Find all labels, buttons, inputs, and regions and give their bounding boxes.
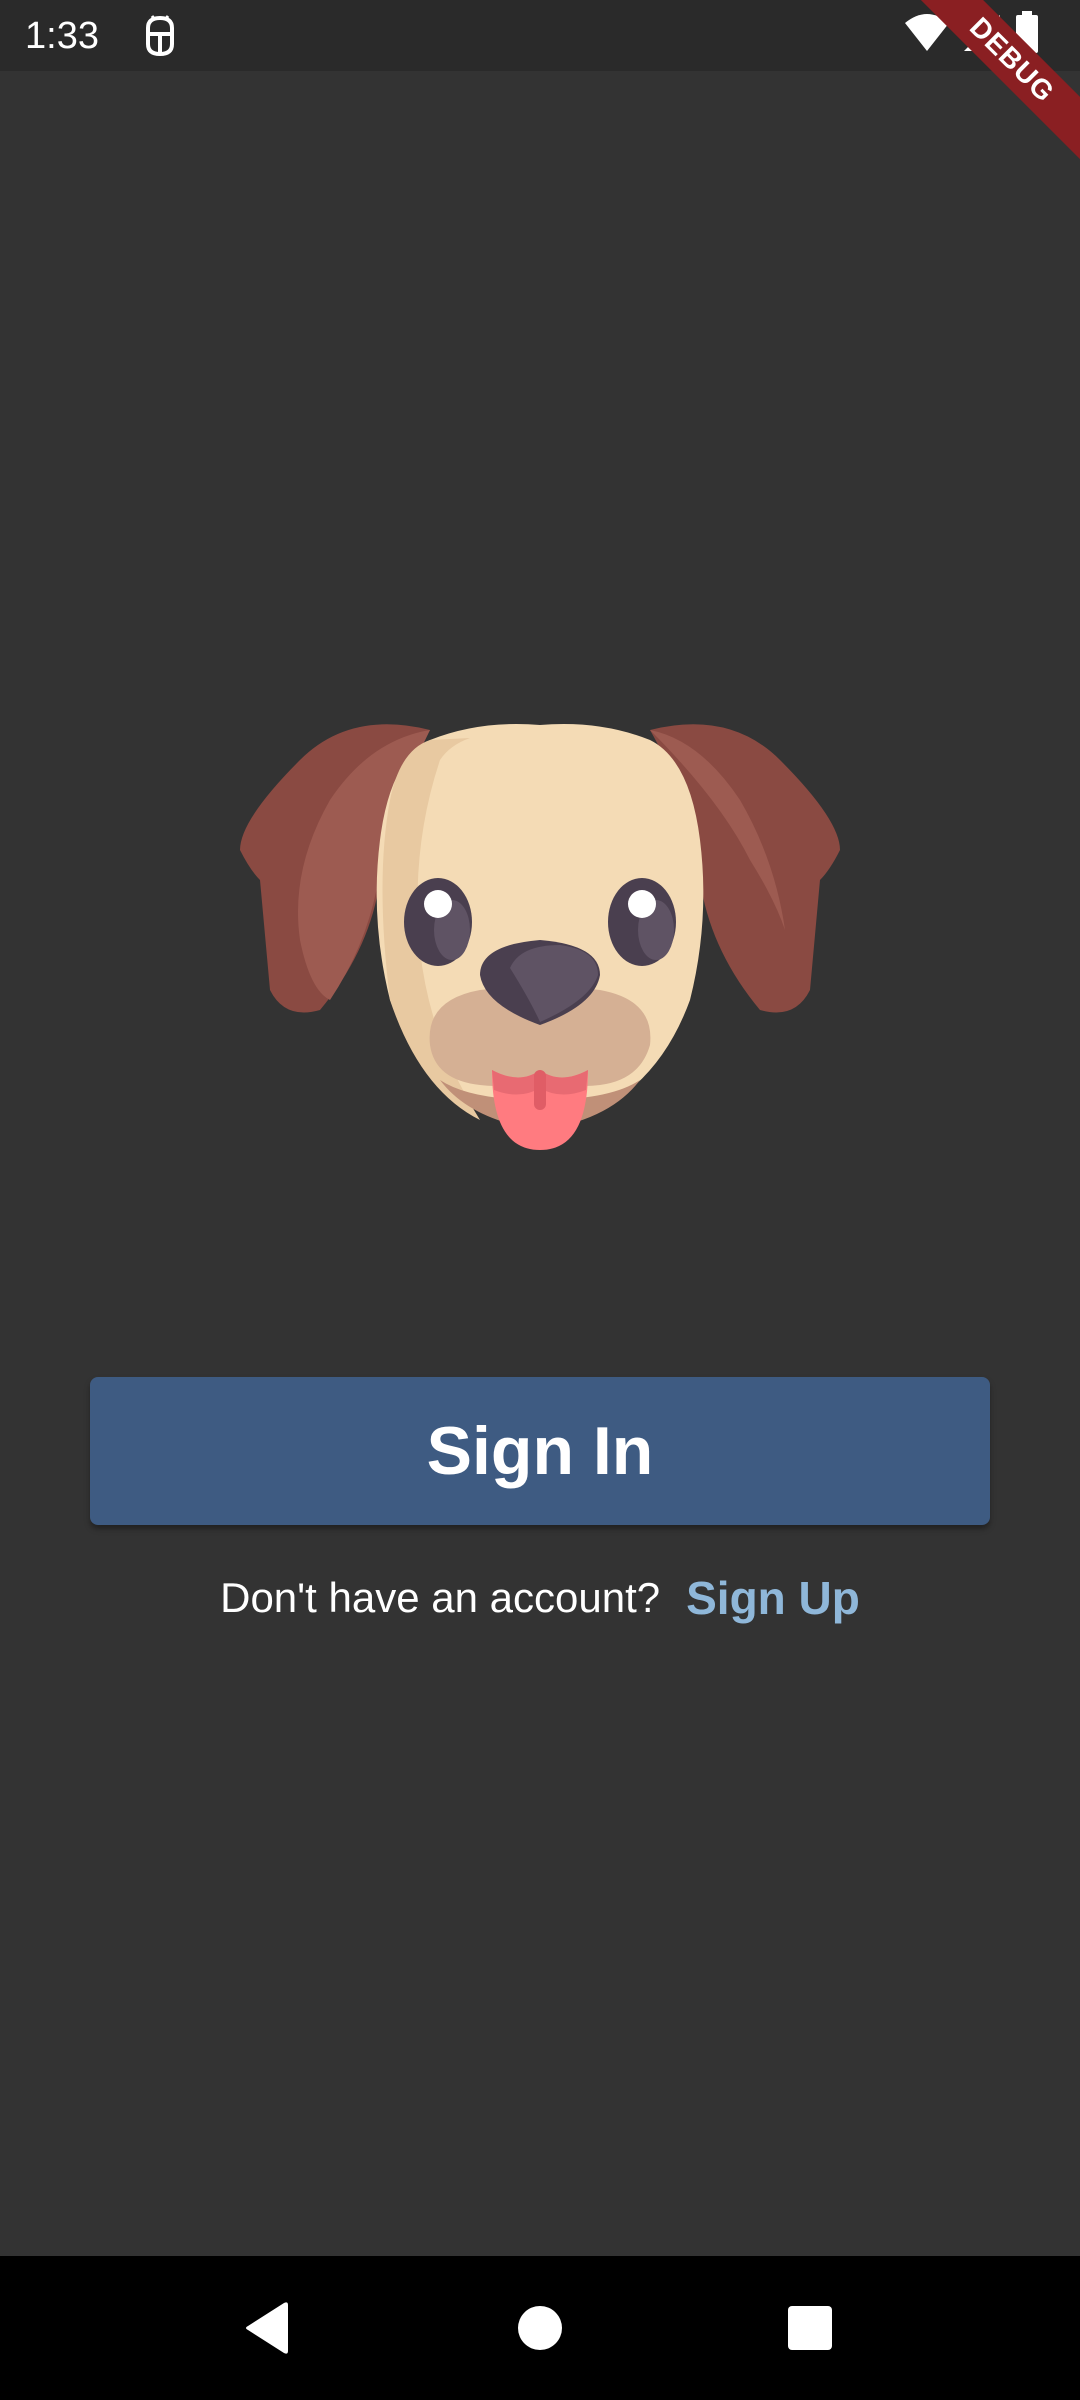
login-screen: 1:33 DEBUG Sign In Don't have an account…	[0, 0, 1080, 2400]
sign-up-prompt: Don't have an account?	[220, 1574, 661, 1621]
battery-icon	[1014, 11, 1040, 59]
android-debug-icon	[140, 14, 180, 58]
sign-in-button[interactable]: Sign In	[90, 1377, 990, 1525]
back-icon[interactable]	[236, 2296, 300, 2360]
home-icon[interactable]	[508, 2296, 572, 2360]
status-bar: 1:33	[0, 0, 1080, 71]
dog-face-icon	[230, 700, 850, 1260]
wifi-icon	[904, 13, 950, 57]
recents-icon[interactable]	[778, 2296, 842, 2360]
sign-up-link[interactable]: Sign Up	[686, 1571, 860, 1625]
signal-icon	[962, 13, 1002, 57]
status-icons	[904, 11, 1040, 59]
sign-up-row: Don't have an account? Sign Up	[0, 1568, 1080, 1628]
navigation-bar	[0, 2256, 1080, 2400]
status-time: 1:33	[25, 15, 99, 57]
